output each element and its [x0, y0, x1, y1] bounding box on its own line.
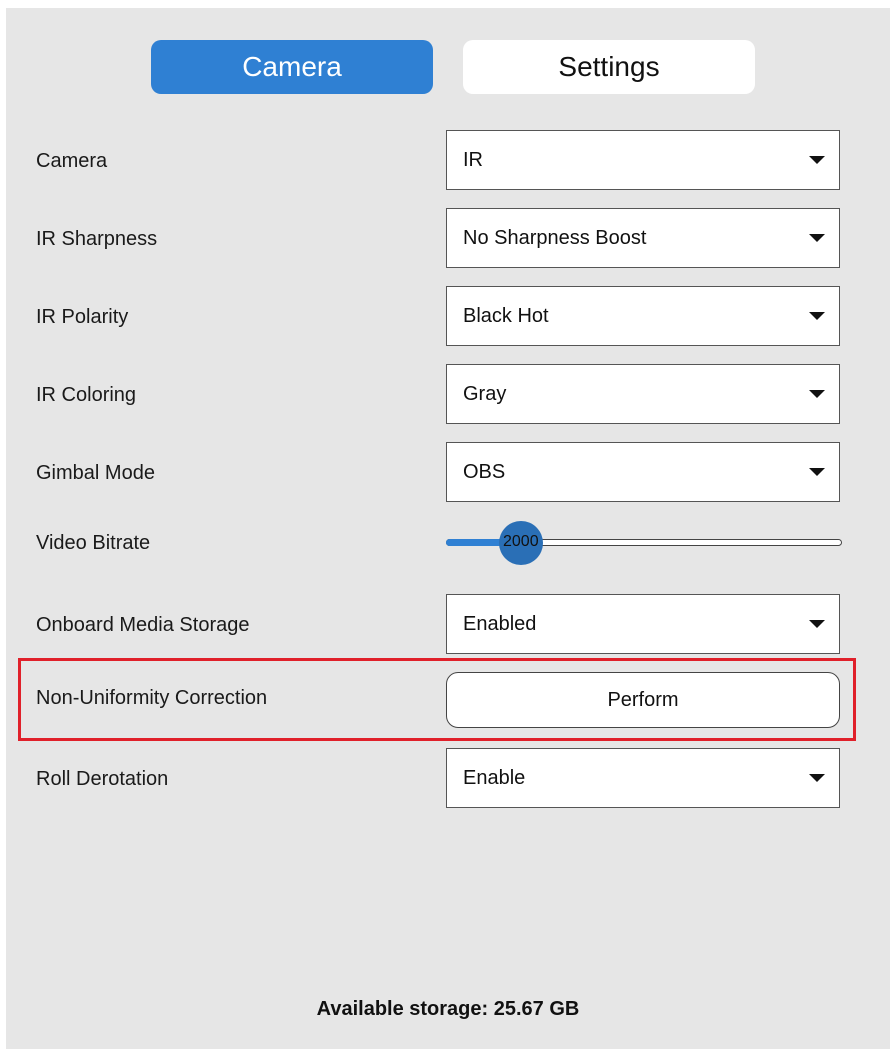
video-bitrate-label: Video Bitrate [36, 532, 151, 554]
tab-settings[interactable]: Settings [463, 40, 755, 94]
ir-sharpness-select-value: No Sharpness Boost [463, 227, 647, 249]
gimbal-mode-select-value: OBS [463, 461, 506, 483]
setting-row-ir-sharpness: IR Sharpness No Sharpness Boost [6, 208, 890, 270]
roll-derotation-select[interactable]: Enable [446, 748, 840, 808]
setting-row-ir-coloring: IR Coloring Gray [6, 364, 890, 426]
perform-nuc-button[interactable]: Perform [446, 672, 840, 728]
camera-label: Camera [36, 150, 108, 172]
caret-down-icon [809, 620, 825, 628]
ir-polarity-select-value: Black Hot [463, 305, 549, 327]
camera-select[interactable]: IR [446, 130, 840, 190]
ir-coloring-label: IR Coloring [36, 384, 137, 406]
available-storage-text: Available storage: 25.67 GB [316, 998, 580, 1020]
ir-polarity-label: IR Polarity [36, 306, 129, 328]
caret-down-icon [809, 774, 825, 782]
caret-down-icon [809, 390, 825, 398]
ir-sharpness-select[interactable]: No Sharpness Boost [446, 208, 840, 268]
nuc-label: Non-Uniformity Correction [36, 687, 268, 709]
roll-derotation-label: Roll Derotation [36, 768, 169, 790]
onboard-media-storage-select-value: Enabled [463, 613, 537, 635]
roll-derotation-select-value: Enable [463, 767, 526, 789]
gimbal-mode-label: Gimbal Mode [36, 462, 155, 484]
tab-camera[interactable]: Camera [151, 40, 433, 94]
setting-row-ir-polarity: IR Polarity Black Hot [6, 286, 890, 348]
setting-row-onboard-media-storage: Onboard Media Storage Enabled [6, 594, 890, 656]
ir-sharpness-label: IR Sharpness [36, 228, 158, 250]
gimbal-mode-select[interactable]: OBS [446, 442, 840, 502]
ir-polarity-select[interactable]: Black Hot [446, 286, 840, 346]
setting-row-roll-derotation: Roll Derotation Enable [6, 748, 890, 810]
caret-down-icon [809, 468, 825, 476]
caret-down-icon [809, 156, 825, 164]
caret-down-icon [809, 234, 825, 242]
setting-row-nuc: Non-Uniformity Correction Perform [6, 667, 890, 729]
setting-row-video-bitrate: Video Bitrate 2000 [6, 512, 890, 574]
camera-select-value: IR [463, 149, 483, 171]
setting-row-gimbal-mode: Gimbal Mode OBS [6, 442, 890, 504]
caret-down-icon [809, 312, 825, 320]
onboard-media-storage-select[interactable]: Enabled [446, 594, 840, 654]
onboard-media-storage-label: Onboard Media Storage [36, 614, 250, 636]
camera-settings-panel: Camera Settings Camera IR IR Sharpness N… [6, 8, 890, 1049]
setting-row-camera: Camera IR [6, 130, 890, 192]
video-bitrate-slider[interactable]: 2000 [446, 512, 842, 574]
ir-coloring-select-value: Gray [463, 383, 507, 405]
ir-coloring-select[interactable]: Gray [446, 364, 840, 424]
slider-value: 2000 [503, 533, 539, 550]
